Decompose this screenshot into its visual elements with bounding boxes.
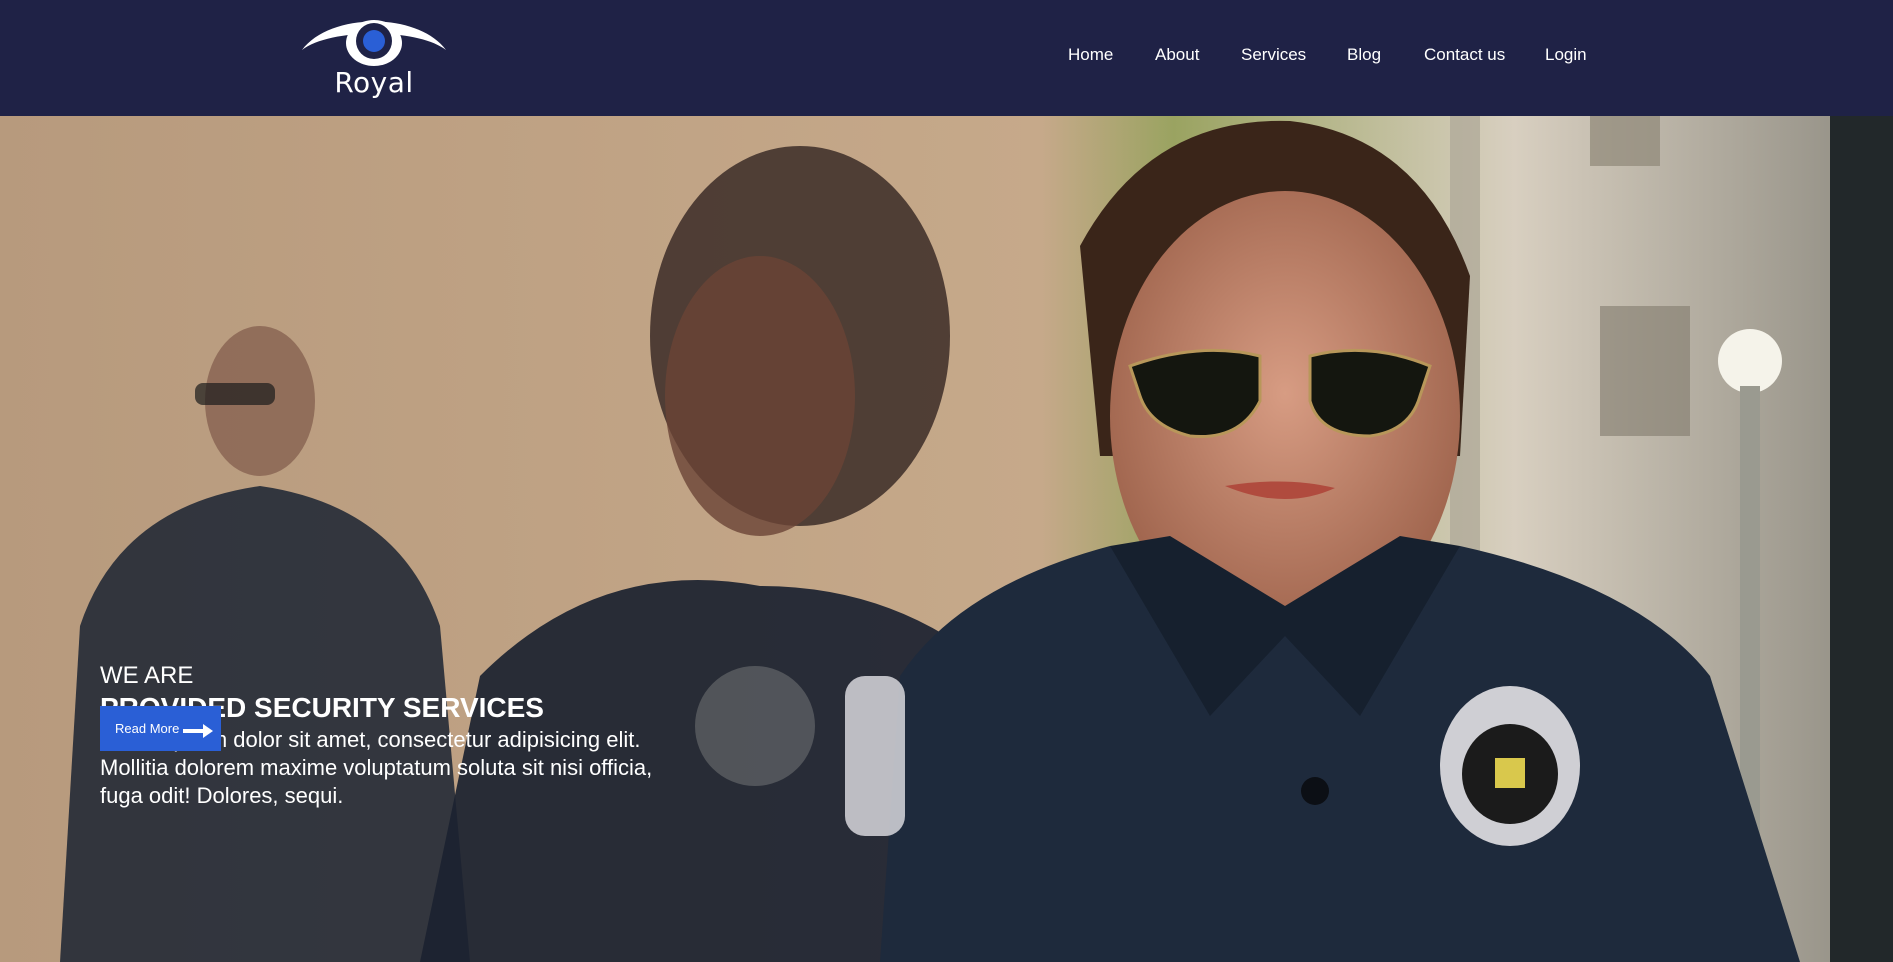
hero-eyebrow: WE ARE [100, 662, 194, 689]
eye-icon [302, 20, 446, 66]
read-more-button[interactable]: Read More [100, 706, 221, 751]
nav-blog[interactable]: Blog [1347, 45, 1381, 65]
nav-about[interactable]: About [1155, 45, 1199, 65]
nav-login[interactable]: Login [1545, 45, 1587, 65]
brand-name: Royal [334, 66, 414, 99]
nav-home[interactable]: Home [1068, 45, 1113, 65]
hero-banner: WE ARE PROVIDED SECURITY SERVICES Lorem … [0, 116, 1893, 962]
arrow-right-icon [183, 723, 214, 738]
nav-services[interactable]: Services [1241, 45, 1306, 65]
nav-contact[interactable]: Contact us [1424, 45, 1505, 65]
hero-background-image [0, 116, 1893, 962]
read-more-label: Read More [115, 721, 180, 736]
brand-logo[interactable]: Royal [300, 10, 448, 102]
site-header: Royal Home About Services Blog Contact u… [0, 0, 1893, 116]
